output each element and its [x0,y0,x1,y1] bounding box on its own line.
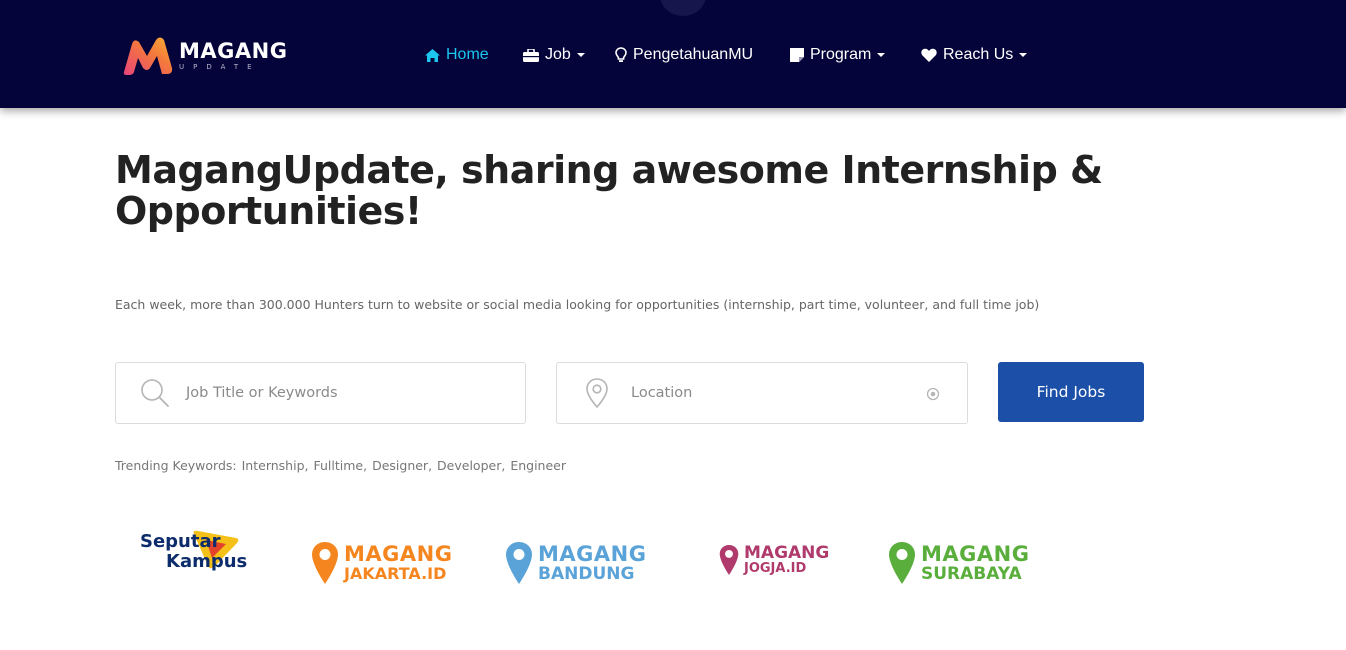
partner-jogja-line1: MAGANG [744,542,830,563]
trending-label: Trending Keywords: [115,458,237,473]
top-navbar: MAGANG UPDATE Home Job PengetahuanMU Pro… [0,0,1346,108]
partner-bandung-line2: BANDUNG [538,563,635,584]
partner-surabaya-line1: MAGANG [921,541,1030,566]
nav-reach-us[interactable]: Reach Us [921,44,1028,66]
nav-reach-us-label: Reach Us [943,46,1014,63]
trending-keywords: Trending Keywords: Internship, Fulltime,… [115,458,566,473]
hero-subtitle: Each week, more than 300.000 Hunters tur… [115,297,1040,312]
trending-keyword-developer[interactable]: Developer, [437,458,505,473]
nav-pengetahuanmu[interactable]: PengetahuanMU [615,44,753,66]
location-placeholder: Location [631,385,693,401]
nav-program-label: Program [810,46,872,63]
trending-keyword-engineer[interactable]: Engineer [510,458,566,473]
location-search-input[interactable]: Location [556,362,968,424]
keyword-placeholder: Job Title or Keywords [186,385,338,401]
find-jobs-button[interactable]: Find Jobs [998,362,1144,422]
partner-seputar-line2: Kampus [166,551,248,572]
chevron-down-icon [576,53,585,57]
partner-jakarta-line1: MAGANG [344,542,453,566]
partner-logo-magang-bandung[interactable]: MAGANG BANDUNG [505,541,646,585]
partner-logo-magang-jakarta[interactable]: MAGANG JAKARTA.ID [311,541,452,585]
trending-keyword-fulltime[interactable]: Fulltime, [313,458,367,473]
partner-logo-magang-jogja[interactable]: MAGANG JOGJA.ID [719,543,829,577]
heart-icon [921,48,937,62]
brand-logo[interactable]: MAGANG UPDATE [121,32,287,78]
nav-decoration [660,0,706,16]
partner-logo-magang-surabaya[interactable]: MAGANG SURABAYA [888,541,1029,585]
home-icon [425,48,440,62]
trending-keyword-designer[interactable]: Designer, [372,458,432,473]
nav-pengetahuanmu-label: PengetahuanMU [633,46,754,63]
partner-logo-seputar-kampus[interactable]: Seputar Kampus [140,528,252,578]
map-pin-icon [506,542,532,584]
partner-seputar-line1: Seputar [140,531,221,552]
nav-job[interactable]: Job [523,44,585,66]
locate-me-icon[interactable] [926,387,940,401]
nav-home[interactable]: Home [425,44,489,66]
chevron-down-icon [877,53,886,57]
partner-jogja-line2: JOGJA.ID [744,560,807,576]
keyword-search-input[interactable]: Job Title or Keywords [115,362,526,424]
partner-jakarta-line2: JAKARTA.ID [344,564,447,583]
location-pin-icon [586,378,608,408]
nav-job-label: Job [545,46,571,63]
trending-keyword-internship[interactable]: Internship, [242,458,309,473]
search-icon [141,379,169,407]
nav-program[interactable]: Program [790,44,886,66]
partner-bandung-line1: MAGANG [538,541,647,566]
partner-surabaya-line2: SURABAYA [921,563,1022,584]
magang-m-logo-icon [123,37,173,75]
nav-home-label: Home [446,46,489,63]
page-title: MagangUpdate, sharing awesome Internship… [115,148,1103,233]
brand-name: MAGANG [179,38,288,63]
map-pin-icon [889,542,915,584]
chevron-down-icon [1019,53,1028,57]
map-pin-icon [312,542,338,584]
brand-subtitle: UPDATE [179,62,261,71]
briefcase-icon [523,48,539,62]
note-icon [790,48,804,62]
lightbulb-icon [615,47,627,62]
map-pin-icon [719,545,739,575]
